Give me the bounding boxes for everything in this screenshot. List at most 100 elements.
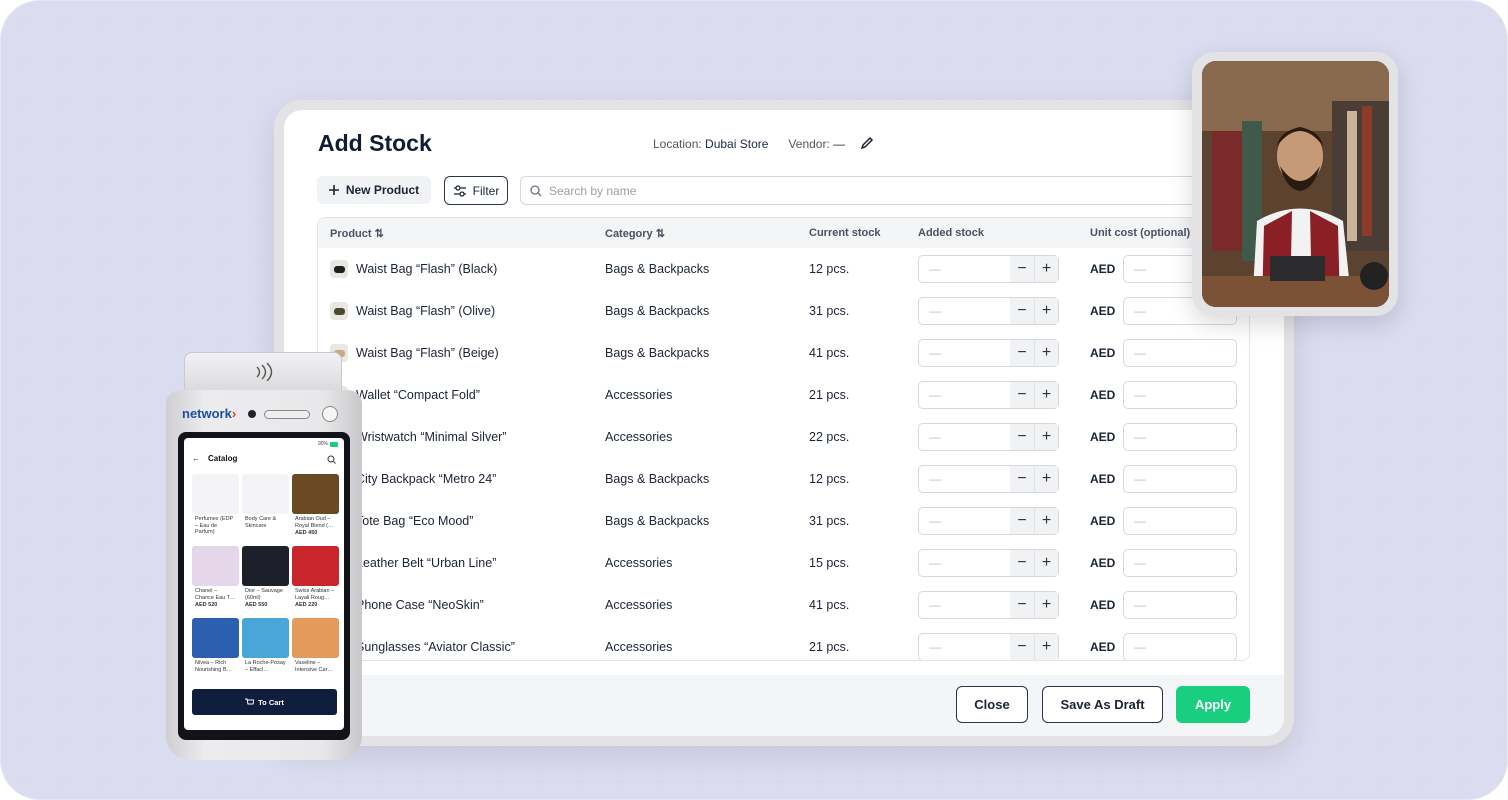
added-stock-value[interactable]: — <box>919 598 1010 612</box>
added-stock-stepper[interactable]: — − + <box>918 633 1059 660</box>
added-stock-stepper[interactable]: — − + <box>918 255 1059 283</box>
new-product-button[interactable]: New Product <box>317 176 431 204</box>
location-value: Dubai Store <box>705 137 769 151</box>
table-row: Wristwatch “Minimal Silver” Accessories 22… <box>318 416 1249 458</box>
volume-button[interactable] <box>264 410 310 419</box>
header-product[interactable]: Product ⇅ <box>330 227 384 241</box>
minus-icon[interactable]: − <box>1010 340 1034 366</box>
power-button[interactable] <box>322 406 338 422</box>
added-stock-value[interactable]: — <box>919 640 1010 654</box>
unit-cost-input[interactable]: — <box>1123 423 1237 451</box>
category-cell: Bags & Backpacks <box>605 346 710 360</box>
unit-cost-input[interactable]: — <box>1123 465 1237 493</box>
added-stock-value[interactable]: — <box>919 262 1010 276</box>
plus-icon <box>328 185 339 195</box>
close-button[interactable]: Close <box>956 686 1028 723</box>
filter-sliders-icon <box>453 184 466 197</box>
catalog-tile[interactable]: Nivea – Rich Nourishing B… <box>192 618 239 686</box>
catalog-tile[interactable]: Body Care & Skincare <box>242 474 289 542</box>
currency-label: AED <box>1090 472 1116 486</box>
to-cart-button[interactable]: To Cart <box>192 689 337 715</box>
new-product-label: New Product <box>345 183 420 197</box>
table-row: Tote Bag “Eco Mood” Bags & Backpacks 31 pc… <box>318 500 1249 542</box>
search-icon[interactable] <box>327 455 336 464</box>
apply-button[interactable]: Apply <box>1176 686 1250 723</box>
location-label: Location: <box>653 137 702 151</box>
current-stock-cell: 12 pcs. <box>809 472 850 486</box>
cart-icon <box>245 698 255 705</box>
header-added-stock: Added stock <box>918 227 985 239</box>
minus-icon[interactable]: − <box>1010 550 1034 576</box>
catalog-tile[interactable]: Swiss Arabian – Layali Roug… AED 220 <box>292 546 339 614</box>
unit-cost-input[interactable]: — <box>1123 591 1237 619</box>
filter-button[interactable]: Filter <box>444 176 508 205</box>
added-stock-stepper[interactable]: — − + <box>918 297 1059 325</box>
minus-icon[interactable]: − <box>1010 592 1034 618</box>
tile-image <box>192 618 239 658</box>
table-header: Product ⇅ Category ⇅ Current stock Added… <box>318 218 1249 248</box>
plus-icon[interactable]: + <box>1034 634 1058 660</box>
tile-title: Chanel – Chance Eau T… <box>195 588 236 601</box>
minus-icon[interactable]: − <box>1010 382 1034 408</box>
product-name: Phone Case “NeoSkin” <box>356 598 484 612</box>
added-stock-value[interactable]: — <box>919 556 1010 570</box>
plus-icon[interactable]: + <box>1034 298 1058 324</box>
catalog-tile[interactable]: La Roche-Posay – Effacl… <box>242 618 289 686</box>
back-arrow-icon[interactable]: ← <box>192 454 200 463</box>
header-category-label: Category <box>605 227 653 240</box>
minus-icon[interactable]: − <box>1010 424 1034 450</box>
minus-icon[interactable]: − <box>1010 256 1034 282</box>
search-input[interactable] <box>549 183 1149 198</box>
minus-icon[interactable]: − <box>1010 298 1034 324</box>
tile-price <box>192 673 239 675</box>
added-stock-stepper[interactable]: — − + <box>918 591 1059 619</box>
save-draft-button[interactable]: Save As Draft <box>1042 686 1163 723</box>
added-stock-stepper[interactable]: — − + <box>918 339 1059 367</box>
current-stock-cell: 31 pcs. <box>809 304 850 318</box>
added-stock-value[interactable]: — <box>919 304 1010 318</box>
unit-cost-input[interactable]: — <box>1123 339 1237 367</box>
filter-label: Filter <box>472 183 500 198</box>
added-stock-value[interactable]: — <box>919 514 1010 528</box>
added-stock-value[interactable]: — <box>919 430 1010 444</box>
plus-icon[interactable]: + <box>1034 424 1058 450</box>
catalog-tile[interactable]: Chanel – Chance Eau T… AED 520 <box>192 546 239 614</box>
table-row: Waist Bag “Flash” (Olive) Bags & Backpack… <box>318 290 1249 332</box>
plus-icon[interactable]: + <box>1034 466 1058 492</box>
added-stock-value[interactable]: — <box>919 388 1010 402</box>
added-stock-stepper[interactable]: — − + <box>918 381 1059 409</box>
catalog-tile[interactable]: Perfumes (EDP – Eau de Parfum) <box>192 474 239 542</box>
unit-cost-input[interactable]: — <box>1123 549 1237 577</box>
sort-icon: ⇅ <box>374 228 384 240</box>
search-icon <box>530 184 542 196</box>
header-category[interactable]: Category ⇅ <box>605 227 665 241</box>
added-stock-stepper[interactable]: — − + <box>918 507 1059 535</box>
plus-icon[interactable]: + <box>1034 550 1058 576</box>
minus-icon[interactable]: − <box>1010 508 1034 534</box>
catalog-tile[interactable]: Arabian Oud – Royal Blend (… AED 450 <box>292 474 339 542</box>
added-stock-stepper[interactable]: — − + <box>918 423 1059 451</box>
plus-icon[interactable]: + <box>1034 256 1058 282</box>
currency-label: AED <box>1090 262 1116 276</box>
product-name: Tote Bag “Eco Mood” <box>356 514 474 528</box>
plus-icon[interactable]: + <box>1034 592 1058 618</box>
edit-pencil-icon[interactable] <box>860 136 874 150</box>
minus-icon[interactable]: − <box>1010 466 1034 492</box>
added-stock-value[interactable]: — <box>919 346 1010 360</box>
search-box[interactable] <box>520 176 1220 205</box>
battery-icon <box>330 441 338 447</box>
minus-icon[interactable]: − <box>1010 634 1034 660</box>
added-stock-stepper[interactable]: — − + <box>918 465 1059 493</box>
catalog-tile[interactable]: Dior – Sauvage (60ml) AED 550 <box>242 546 289 614</box>
unit-cost-input[interactable]: — <box>1123 381 1237 409</box>
plus-icon[interactable]: + <box>1034 382 1058 408</box>
added-stock-stepper[interactable]: — − + <box>918 549 1059 577</box>
location-info: Location: Dubai Store <box>653 137 768 151</box>
unit-cost-input[interactable]: — <box>1123 633 1237 660</box>
plus-icon[interactable]: + <box>1034 508 1058 534</box>
catalog-tile[interactable]: Vaseline – Intensive Car… <box>292 618 339 686</box>
added-stock-value[interactable]: — <box>919 472 1010 486</box>
unit-cost-input[interactable]: — <box>1123 507 1237 535</box>
plus-icon[interactable]: + <box>1034 340 1058 366</box>
tile-image <box>242 546 289 586</box>
